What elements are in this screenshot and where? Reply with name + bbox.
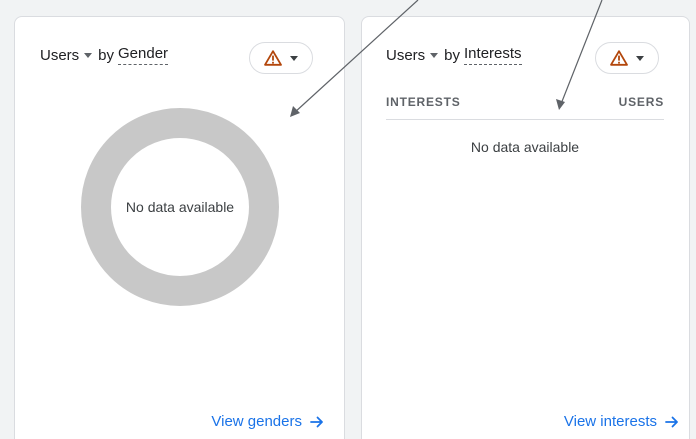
caret-down-icon	[84, 53, 93, 58]
no-data-message: No data available	[470, 139, 580, 155]
view-genders-link[interactable]: View genders	[211, 413, 324, 430]
table-header: INTERESTS USERS	[386, 95, 664, 120]
no-data-message: No data available	[125, 199, 235, 215]
arrow-right-icon	[310, 416, 323, 427]
view-interests-label: View interests	[563, 413, 657, 430]
dimension-prefix: by	[444, 46, 461, 64]
warning-dropdown-button[interactable]	[595, 42, 659, 74]
arrow-right-icon	[665, 416, 678, 427]
view-interests-link[interactable]: View interests	[564, 413, 679, 430]
dimension-selector[interactable]: Gender	[118, 45, 169, 65]
users-by-gender-card: Users by Gender No data available View g…	[14, 16, 345, 439]
dimension-selector[interactable]: Interests	[464, 45, 522, 65]
caret-down-icon	[290, 55, 298, 61]
caret-down-icon	[636, 55, 644, 61]
column-header-interests[interactable]: INTERESTS	[386, 95, 461, 109]
card-title: Users by Gender	[40, 45, 169, 65]
column-header-users[interactable]: USERS	[619, 95, 664, 109]
warning-triangle-icon	[610, 50, 628, 66]
caret-down-icon	[430, 53, 439, 58]
warning-dropdown-button[interactable]	[249, 42, 313, 74]
dashboard-section: Users by Gender No data available View g…	[0, 0, 696, 439]
dimension-prefix: by	[98, 46, 115, 64]
card-title: Users by Interests	[386, 45, 522, 65]
metric-selector[interactable]: Users	[386, 47, 444, 64]
metric-selector[interactable]: Users	[40, 47, 98, 64]
metric-label: Users	[386, 46, 426, 64]
warning-triangle-icon	[264, 50, 282, 66]
view-genders-label: View genders	[211, 413, 302, 430]
users-by-interests-card: Users by Interests INTERESTS USERS No da…	[361, 16, 690, 439]
gender-donut-chart: No data available	[81, 108, 279, 306]
metric-label: Users	[40, 46, 80, 64]
